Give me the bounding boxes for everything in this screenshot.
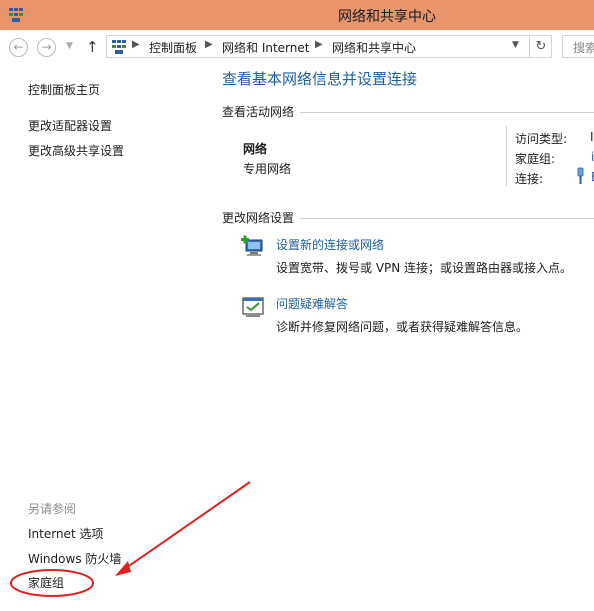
access-type-label: 访问类型: [515, 132, 568, 146]
up-arrow-icon[interactable]: ↑ [86, 38, 99, 56]
breadcrumb-control-panel[interactable]: 控制面板 [149, 39, 197, 56]
sidebar-item-control-panel-home[interactable]: 控制面板主页 [28, 81, 100, 98]
troubleshoot-icon [242, 297, 264, 317]
see-also-homegroup[interactable]: 家庭组 [28, 574, 64, 591]
see-also-windows-firewall[interactable]: Windows 防火墙 [28, 550, 121, 567]
address-bar[interactable]: ▶ 控制面板 ▶ 网络和 Internet ▶ 网络和共享中心 ▼ ↻ [106, 35, 552, 58]
address-dropdown-icon[interactable]: ▼ [512, 40, 519, 50]
sidebar-item-advanced-sharing-settings[interactable]: 更改高级共享设置 [28, 142, 124, 159]
control-panel-icon [112, 40, 126, 54]
sidebar-item-change-adapter-settings[interactable]: 更改适配器设置 [28, 117, 112, 134]
troubleshoot-problems-link[interactable]: 问题疑难解答 [276, 295, 348, 312]
setup-new-connection-link[interactable]: 设置新的连接或网络 [276, 236, 384, 253]
recent-locations-chevron-icon[interactable]: ▼ [66, 41, 73, 51]
back-arrow-icon[interactable]: ← [9, 38, 28, 57]
forward-arrow-icon[interactable]: → [37, 38, 56, 57]
section-divider [300, 218, 594, 219]
breadcrumb-separator-icon[interactable]: ▶ [315, 39, 323, 50]
window-title: 网络和共享中心 [338, 9, 436, 25]
active-networks-heading: 查看活动网络 [222, 105, 295, 119]
connections-label: 连接: [515, 172, 544, 186]
network-name: 网络 [243, 142, 268, 156]
ethernet-icon [577, 167, 584, 184]
title-bar: 网络和共享中心 [0, 0, 594, 30]
access-type-value: I [590, 130, 594, 144]
search-input[interactable]: 搜索 [562, 35, 594, 58]
breadcrumb-separator-icon[interactable]: ▶ [205, 39, 213, 50]
breadcrumb-separator-icon[interactable]: ▶ [132, 39, 140, 50]
network-info-divider [506, 126, 507, 186]
section-divider [300, 112, 594, 113]
see-also-heading: 另请参阅 [28, 502, 77, 516]
breadcrumb-network-internet[interactable]: 网络和 Internet [222, 39, 309, 56]
change-settings-heading: 更改网络设置 [222, 211, 295, 225]
new-connection-icon [241, 235, 263, 256]
troubleshoot-problems-description: 诊断并修复网络问题，或者获得疑难解答信息。 [276, 320, 529, 334]
refresh-icon[interactable]: ↻ [529, 36, 552, 57]
homegroup-label: 家庭组: [515, 152, 556, 166]
page-title: 查看基本网络信息并设置连接 [222, 70, 418, 88]
breadcrumb-network-sharing-center[interactable]: 网络和共享中心 [332, 39, 416, 56]
search-placeholder: 搜索 [573, 41, 594, 55]
navigation-bar: ← → ▼ ↑ ▶ 控制面板 ▶ 网络和 Internet ▶ 网络和共享中心 … [0, 30, 594, 64]
annotation-arrow-line [125, 481, 251, 569]
network-category: 专用网络 [243, 162, 292, 176]
setup-new-connection-description: 设置宽带、拨号或 VPN 连接；或设置路由器或接入点。 [276, 261, 573, 275]
see-also-internet-options[interactable]: Internet 选项 [28, 525, 103, 542]
